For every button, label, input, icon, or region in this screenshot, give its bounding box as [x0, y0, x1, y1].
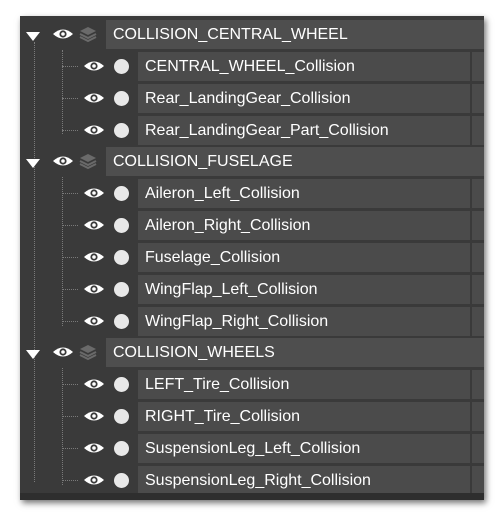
eye-icon[interactable]: [52, 345, 74, 359]
circle-icon: [114, 409, 129, 424]
item-label: Fuselage_Collision: [145, 249, 281, 266]
item-label: CENTRAL_WHEEL_Collision: [145, 58, 355, 75]
outliner-item-row[interactable]: CENTRAL_WHEEL_Collision: [20, 51, 484, 82]
outliner-item-row[interactable]: Aileron_Left_Collision: [20, 178, 484, 209]
circle-icon: [114, 218, 129, 233]
outliner-item-row[interactable]: WingFlap_Right_Collision: [20, 306, 484, 337]
circle-icon: [114, 91, 129, 106]
item-label: WingFlap_Right_Collision: [145, 313, 329, 330]
outliner-item-row[interactable]: SuspensionLeg_Right_Collision: [20, 465, 484, 496]
item-label: Aileron_Right_Collision: [145, 217, 311, 234]
circle-icon: [114, 441, 129, 456]
eye-icon[interactable]: [83, 377, 105, 391]
eye-icon[interactable]: [83, 441, 105, 455]
outliner-item-row[interactable]: LEFT_Tire_Collision: [20, 369, 484, 400]
item-label: LEFT_Tire_Collision: [145, 376, 290, 393]
circle-icon: [114, 377, 129, 392]
layers-icon: [79, 154, 97, 170]
item-label: SuspensionLeg_Right_Collision: [145, 472, 371, 489]
item-label: Rear_LandingGear_Part_Collision: [145, 122, 389, 139]
eye-icon[interactable]: [83, 473, 105, 487]
outliner-item-row[interactable]: SuspensionLeg_Left_Collision: [20, 433, 484, 464]
outliner-item-row[interactable]: Rear_LandingGear_Collision: [20, 83, 484, 114]
eye-icon[interactable]: [83, 91, 105, 105]
group-label: COLLISION_WHEELS: [113, 344, 275, 361]
outliner-item-row[interactable]: RIGHT_Tire_Collision: [20, 401, 484, 432]
eye-icon[interactable]: [83, 186, 105, 200]
outliner-item-row[interactable]: Rear_LandingGear_Part_Collision: [20, 115, 484, 146]
circle-icon: [114, 282, 129, 297]
outliner-group-row[interactable]: COLLISION_FUSELAGE: [20, 146, 484, 177]
panel-bottom-strip: [20, 493, 484, 500]
eye-icon[interactable]: [83, 218, 105, 232]
eye-icon[interactable]: [52, 27, 74, 41]
eye-icon[interactable]: [83, 282, 105, 296]
item-label: Rear_LandingGear_Collision: [145, 90, 351, 107]
circle-icon: [114, 59, 129, 74]
eye-icon[interactable]: [83, 409, 105, 423]
circle-icon: [114, 314, 129, 329]
item-label: SuspensionLeg_Left_Collision: [145, 440, 361, 457]
expand-triangle-icon[interactable]: [26, 32, 40, 41]
expand-triangle-icon[interactable]: [26, 350, 40, 359]
outliner-item-row[interactable]: Fuselage_Collision: [20, 242, 484, 273]
eye-icon[interactable]: [83, 59, 105, 73]
eye-icon[interactable]: [83, 314, 105, 328]
layers-icon: [79, 27, 97, 43]
eye-icon[interactable]: [83, 250, 105, 264]
eye-icon[interactable]: [52, 154, 74, 168]
layers-icon: [79, 345, 97, 361]
item-label: WingFlap_Left_Collision: [145, 281, 318, 298]
expand-triangle-icon[interactable]: [26, 159, 40, 168]
outliner-item-row[interactable]: WingFlap_Left_Collision: [20, 274, 484, 305]
circle-icon: [114, 186, 129, 201]
circle-icon: [114, 250, 129, 265]
item-label: Aileron_Left_Collision: [145, 185, 300, 202]
outliner-group-row[interactable]: COLLISION_WHEELS: [20, 337, 484, 368]
group-label: COLLISION_CENTRAL_WHEEL: [113, 26, 348, 43]
circle-icon: [114, 123, 129, 138]
outliner-panel: COLLISION_CENTRAL_WHEEL CENTRAL_WHEEL_Co…: [20, 16, 484, 500]
eye-icon[interactable]: [83, 123, 105, 137]
circle-icon: [114, 473, 129, 488]
outliner-group-row[interactable]: COLLISION_CENTRAL_WHEEL: [20, 19, 484, 50]
group-label: COLLISION_FUSELAGE: [113, 153, 293, 170]
outliner-item-row[interactable]: Aileron_Right_Collision: [20, 210, 484, 241]
item-label: RIGHT_Tire_Collision: [145, 408, 300, 425]
